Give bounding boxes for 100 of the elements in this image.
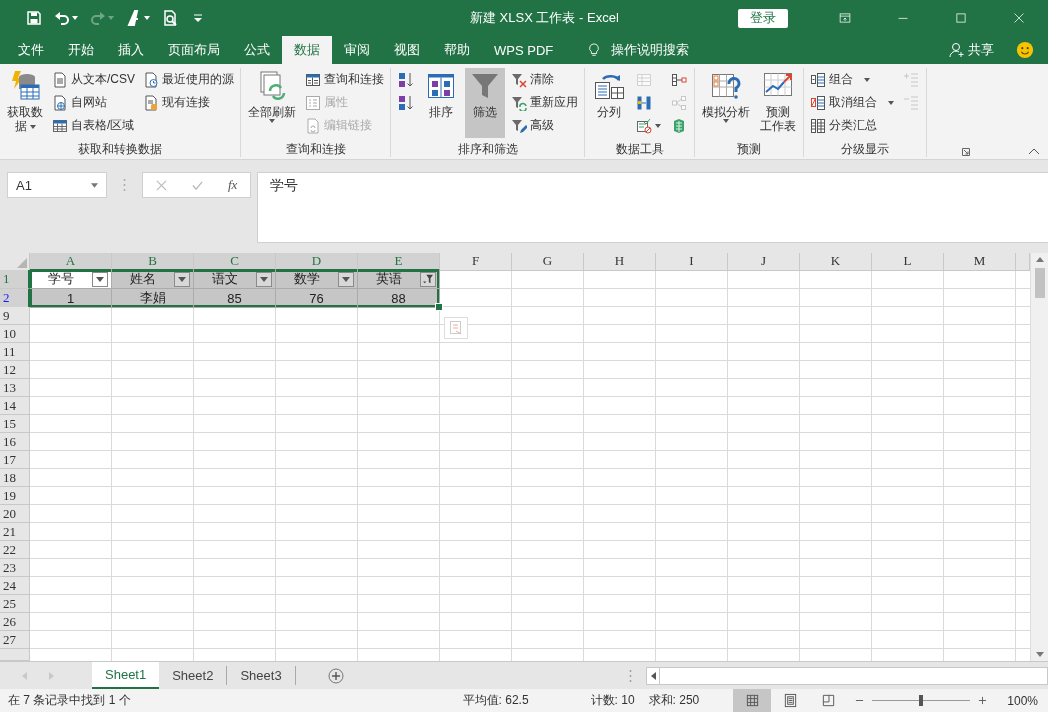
zoom-level[interactable]: 100% [1007, 693, 1038, 708]
share-button[interactable]: 共享 [949, 36, 994, 64]
row-header[interactable]: 23 [0, 559, 30, 577]
ribbon-button[interactable]: 自表格/区域 [50, 114, 137, 137]
row-header[interactable]: 21 [0, 523, 30, 541]
split-handle-icon[interactable] [629, 668, 632, 683]
ribbon-button[interactable]: 分类汇总 [808, 114, 896, 137]
row-header[interactable]: 17 [0, 451, 30, 469]
ribbon-button[interactable]: 取消组合 [808, 91, 896, 114]
filter-dropdown-button[interactable] [92, 271, 108, 287]
ribbon-tab[interactable]: 数据 [282, 36, 332, 64]
ribbon-display-icon[interactable] [839, 12, 851, 24]
row-header[interactable]: 1 [0, 270, 30, 289]
zoom-in-icon[interactable] [978, 696, 988, 705]
filter-dropdown-button[interactable] [256, 271, 272, 287]
collapse-ribbon-icon[interactable] [1028, 148, 1040, 155]
name-box[interactable]: A1 [7, 172, 107, 198]
column-header[interactable]: F [440, 253, 512, 271]
scroll-down-icon[interactable] [1035, 652, 1044, 657]
column-header[interactable]: K [800, 253, 872, 271]
vertical-scrollbar[interactable] [1030, 253, 1048, 661]
ribbon-button[interactable]: 高级 [509, 114, 580, 137]
filter-dropdown-button[interactable] [338, 271, 354, 287]
column-header[interactable]: D [276, 253, 358, 271]
column-header[interactable]: J [728, 253, 800, 271]
caret-icon [260, 276, 268, 282]
dialog-launcher-icon[interactable] [962, 148, 970, 156]
row-header[interactable]: 9 [0, 307, 30, 325]
row-header[interactable]: 26 [0, 613, 30, 631]
check-icon[interactable] [191, 179, 203, 191]
ribbon-button[interactable]: 预测 工作表 [757, 68, 799, 138]
document-link-icon [305, 117, 321, 134]
ribbon-button[interactable]: 最近使用的源 [141, 68, 236, 91]
table-cell-text: 76 [308, 290, 325, 306]
row-header[interactable]: 22 [0, 541, 30, 559]
row-header[interactable]: 19 [0, 487, 30, 505]
ribbon-button[interactable]: 查询和连接 [303, 68, 386, 91]
sign-in-button[interactable]: 登录 [738, 8, 788, 28]
row-header[interactable]: 10 [0, 325, 30, 343]
ribbon-button[interactable]: 重新应用 [509, 91, 580, 114]
ribbon-tab[interactable]: 视图 [382, 36, 432, 64]
row-header[interactable]: 24 [0, 577, 30, 595]
scroll-left-icon[interactable] [650, 671, 656, 680]
column-header[interactable]: G [512, 253, 584, 271]
ribbon-button[interactable]: 获取数 据 [4, 68, 46, 138]
ribbon-button[interactable]: 排序 [421, 68, 461, 138]
row-header[interactable]: 13 [0, 379, 30, 397]
normal-view-button[interactable] [733, 689, 772, 712]
ribbon-button[interactable]: 组合 [808, 68, 896, 91]
ribbon-button[interactable]: 筛选 [465, 68, 505, 138]
fill-handle[interactable] [435, 303, 443, 311]
row-header[interactable]: 16 [0, 433, 30, 451]
sheet-tab[interactable]: Sheet1 [92, 662, 160, 689]
row-header[interactable]: 11 [0, 343, 30, 361]
drag-handle-icon[interactable] [123, 178, 126, 192]
ribbon-button[interactable]: 分列 [589, 68, 629, 138]
close-icon[interactable] [1013, 12, 1025, 24]
ribbon-button[interactable]: 清除 [509, 68, 580, 91]
column-header[interactable]: H [584, 253, 656, 271]
relationships-icon [671, 94, 687, 111]
ribbon-tab[interactable]: 页面布局 [156, 36, 232, 64]
row-header[interactable]: 12 [0, 361, 30, 379]
row-header[interactable]: 15 [0, 415, 30, 433]
column-header[interactable]: E [358, 253, 440, 271]
maximize-icon[interactable] [955, 12, 967, 24]
row-header[interactable]: 20 [0, 505, 30, 523]
ribbon-button[interactable]: 模拟分析 [699, 68, 753, 138]
ribbon-button[interactable]: 全部刷新 [245, 68, 299, 138]
column-header[interactable]: M [944, 253, 1016, 271]
row-header[interactable]: 27 [0, 631, 30, 649]
sheet-tab[interactable]: Sheet2 [159, 666, 228, 685]
ribbon-tab[interactable]: 公式 [232, 36, 282, 64]
tell-me-search[interactable]: 操作说明搜索 [611, 41, 690, 59]
ribbon-button[interactable]: 现有连接 [141, 91, 236, 114]
column-header[interactable]: A [30, 253, 112, 271]
ribbon-button[interactable]: 自网站 [50, 91, 137, 114]
row-header[interactable]: 25 [0, 595, 30, 613]
row-header[interactable]: 14 [0, 397, 30, 415]
smiley-icon[interactable] [1016, 41, 1034, 59]
insert-function-button[interactable]: fx [228, 177, 238, 193]
column-header[interactable]: C [194, 253, 276, 271]
scroll-thumb[interactable] [1034, 268, 1045, 298]
ribbon-tab[interactable]: 审阅 [332, 36, 382, 64]
ribbon-button[interactable]: 从文本/CSV [50, 68, 137, 91]
ribbon-tab[interactable]: 帮助 [432, 36, 482, 64]
filter-dropdown-button[interactable] [174, 271, 190, 287]
add-sheet-icon[interactable] [327, 667, 344, 684]
column-header[interactable]: L [872, 253, 944, 271]
ribbon-tab[interactable]: WPS PDF [482, 36, 566, 64]
column-header[interactable]: I [656, 253, 728, 271]
ribbon-tab[interactable]: 开始 [56, 36, 106, 64]
ribbon-tab[interactable]: 插入 [106, 36, 156, 64]
sheet-tab[interactable]: Sheet3 [227, 666, 296, 685]
filter-applied-button[interactable] [420, 271, 436, 287]
horizontal-scrollbar[interactable] [646, 666, 1048, 685]
ribbon-tab[interactable]: 文件 [6, 36, 56, 64]
column-header[interactable]: B [112, 253, 194, 271]
formula-field[interactable]: 学号 [257, 172, 1048, 243]
scroll-up-icon[interactable] [1035, 257, 1044, 262]
row-header[interactable]: 18 [0, 469, 30, 487]
